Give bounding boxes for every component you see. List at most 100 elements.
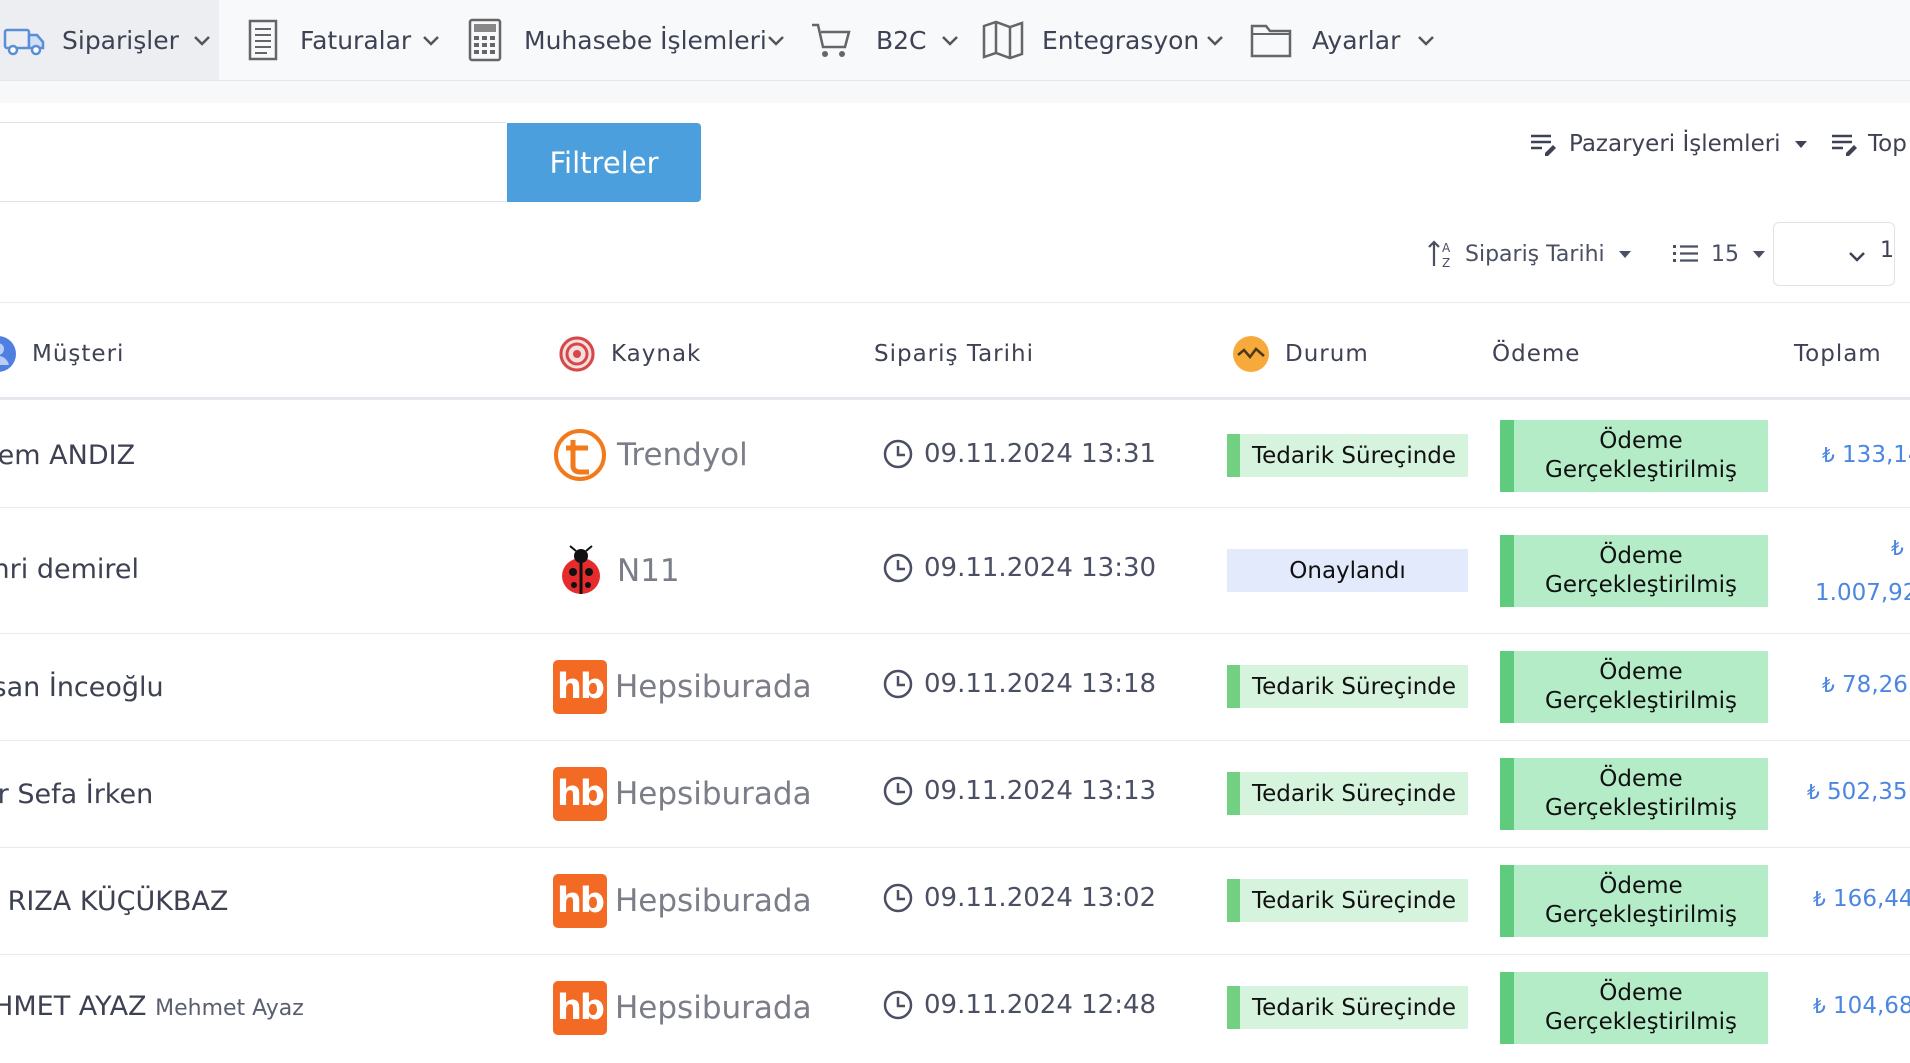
source-name: N11 [617, 553, 680, 589]
payment-line-2: Gerçekleştirilmiş [1545, 572, 1737, 598]
table-row[interactable]: ahri demirel N11 09.11.2024 13:30 Onayla… [0, 508, 1910, 633]
user-icon [0, 334, 18, 374]
document-icon [240, 17, 286, 63]
clock-icon [883, 439, 913, 469]
chevron-down-icon[interactable] [1414, 28, 1438, 52]
order-date: 09.11.2024 13:13 [882, 775, 1156, 807]
nav-label: Faturalar [300, 25, 412, 55]
hepsiburada-logo: hb [553, 981, 607, 1035]
payment-badge: Ödeme Gerçekleştirilmiş [1500, 651, 1768, 723]
status-badge: Tedarik Süreçinde [1227, 772, 1468, 815]
lira-icon: ₺ [1813, 887, 1826, 911]
table-row[interactable]: asan İnceoğlu hb Hepsiburada 09.11.2024 … [0, 634, 1910, 740]
order-total-value: 78,26 [1842, 672, 1908, 698]
lira-icon: ₺ [1822, 673, 1835, 697]
source-cell: Trendyol [553, 428, 748, 482]
lira-icon: ₺ [1822, 443, 1835, 467]
customer-name: asan İnceoğlu [0, 672, 164, 703]
marketplace-actions-label: Pazaryeri İşlemleri [1569, 131, 1781, 157]
payment-line-1: Ödeme [1599, 543, 1683, 569]
source-name: Hepsiburada [615, 669, 812, 705]
filter-button[interactable]: Filtreler [507, 123, 701, 202]
order-date-text: 09.11.2024 13:18 [924, 669, 1157, 699]
customer-name: zır Sefa İrken [0, 779, 154, 810]
hepsiburada-logo: hb [553, 660, 607, 714]
bulk-actions-dropdown[interactable]: Top [1830, 124, 1907, 164]
order-total-value: 502,35 [1827, 779, 1908, 805]
payment-line-2: Gerçekleştirilmiş [1545, 457, 1737, 483]
source-name: Hepsiburada [615, 776, 812, 812]
order-date: 09.11.2024 13:30 [882, 552, 1156, 584]
calculator-icon [462, 17, 508, 63]
payment-badge: Ödeme Gerçekleştirilmiş [1500, 535, 1768, 607]
table-row[interactable]: Lİ RIZA KÜÇÜKBAZ hb Hepsiburada 09.11.20… [0, 848, 1910, 954]
clock-icon [883, 553, 913, 583]
nav-label: Siparişler [62, 25, 179, 55]
column-header-payment[interactable]: Ödeme [1492, 334, 1580, 374]
order-total: ₺ 166,44 [1813, 886, 1910, 912]
list-icon [1673, 245, 1698, 262]
order-total: ₺ 104,68 [1813, 993, 1910, 1019]
payment-badge: Ödeme Gerçekleştirilmiş [1500, 865, 1768, 937]
customer-name: zlem ANDIZ [0, 440, 136, 471]
divider [0, 302, 1910, 303]
chevron-down-icon[interactable] [938, 28, 962, 52]
nav-item-muhasebe[interactable]: Muhasebe İşlemleri [462, 0, 767, 80]
table-row[interactable]: zır Sefa İrken hb Hepsiburada 09.11.2024… [0, 741, 1910, 847]
hepsiburada-logo: hb [553, 874, 607, 928]
table-row[interactable]: zlem ANDIZ Trendyol 09.11.2024 13:31 Ted… [0, 400, 1910, 507]
page-number: 1 [1880, 238, 1894, 263]
truck-icon [2, 17, 48, 63]
column-header-date[interactable]: Sipariş Tarihi [874, 334, 1034, 374]
customer-name: EHMET AYAZ Mehmet Ayaz [0, 991, 304, 1022]
clock-icon [883, 883, 913, 913]
marketplace-actions-dropdown[interactable]: Pazaryeri İşlemleri [1529, 124, 1807, 164]
caret-down-icon [1618, 250, 1631, 258]
nav-item-faturalar[interactable]: Faturalar [240, 0, 411, 80]
source-cell: hb Hepsiburada [553, 874, 812, 928]
lira-icon: ₺ [1813, 994, 1826, 1018]
source-cell: hb Hepsiburada [553, 981, 812, 1035]
column-header-label: Ödeme [1492, 341, 1581, 367]
customer-sub-name: Mehmet Ayaz [155, 996, 304, 1021]
header-band [0, 81, 1910, 103]
payment-line-1: Ödeme [1599, 980, 1683, 1006]
chevron-down-icon [1849, 252, 1865, 262]
column-header-total[interactable]: Toplam [1794, 334, 1882, 374]
column-header-label: Toplam [1794, 341, 1882, 367]
order-date-text: 09.11.2024 13:13 [924, 776, 1157, 806]
order-date: 09.11.2024 13:31 [882, 438, 1156, 470]
customer-name: Lİ RIZA KÜÇÜKBAZ [0, 886, 229, 917]
nav-item-b2c[interactable]: B2C [808, 0, 927, 80]
chevron-down-icon[interactable] [1203, 28, 1227, 52]
chevron-down-icon[interactable] [764, 28, 788, 52]
caret-down-icon [1794, 140, 1807, 148]
source-cell: hb Hepsiburada [553, 660, 812, 714]
order-date: 09.11.2024 13:18 [882, 668, 1156, 700]
order-date-text: 09.11.2024 13:31 [924, 439, 1157, 469]
per-page-value: 15 [1711, 241, 1739, 267]
nav-label: Ayarlar [1312, 25, 1401, 55]
target-icon [557, 334, 597, 374]
lira-icon: ₺ [1891, 536, 1904, 560]
status-badge: Onaylandı [1227, 549, 1468, 592]
chevron-down-icon[interactable] [419, 28, 443, 52]
per-page-dropdown[interactable]: 15 [1673, 234, 1765, 274]
status-badge: Tedarik Süreçinde [1227, 879, 1468, 922]
order-date-text: 09.11.2024 13:30 [924, 553, 1157, 583]
nav-item-entegrasyon[interactable]: Entegrasyon [980, 0, 1199, 80]
column-header-status[interactable]: Durum [1231, 334, 1369, 374]
order-total: ₺ 78,26 [1822, 672, 1908, 698]
nav-item-siparisler[interactable]: Siparişler [0, 0, 219, 80]
cart-icon [808, 17, 854, 63]
order-total-value: 166,44 [1833, 886, 1910, 912]
nav-item-ayarlar[interactable]: Ayarlar [1248, 0, 1400, 80]
sort-dropdown[interactable]: AZ Sipariş Tarihi [1427, 234, 1631, 274]
folder-icon [1248, 17, 1294, 63]
nav-label: B2C [876, 25, 927, 55]
column-header-source[interactable]: Kaynak [557, 334, 701, 374]
column-header-customer[interactable]: Müşteri [0, 334, 124, 374]
table-row[interactable]: EHMET AYAZ Mehmet Ayaz hb Hepsiburada 09… [0, 955, 1910, 1061]
page-select[interactable] [1773, 222, 1895, 286]
search-input[interactable] [0, 122, 506, 202]
